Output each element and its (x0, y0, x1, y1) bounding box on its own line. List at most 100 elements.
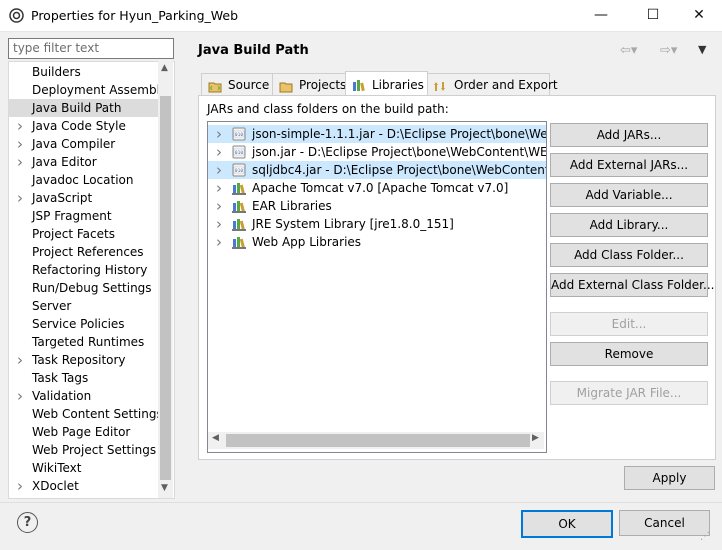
nav-scrollbar-thumb[interactable] (160, 96, 171, 480)
expand-arrow-icon[interactable]: › (216, 197, 222, 215)
nav-item[interactable]: Deployment Assembly (9, 81, 167, 99)
nav-item-label: Service Policies (32, 317, 125, 331)
nav-item[interactable]: Service Policies (9, 315, 159, 333)
nav-item[interactable]: › XDoclet (9, 477, 159, 495)
nav-item-label: Java Code Style (32, 119, 126, 133)
add-external-class-folder-button[interactable]: Add External Class Folder... (550, 273, 714, 297)
forward-arrow-icon[interactable]: ⇨▾ (660, 43, 677, 58)
library-icon (232, 217, 246, 231)
library-entry-label: json-simple-1.1.1.jar - D:\Eclipse Proje… (252, 127, 547, 141)
expand-arrow-icon[interactable]: › (216, 179, 222, 197)
nav-item-label: Targeted Runtimes (32, 335, 145, 349)
svg-text:010: 010 (235, 168, 243, 174)
nav-item[interactable]: Web Content Settings (9, 405, 163, 423)
add-class-folder-button[interactable]: Add Class Folder... (550, 243, 708, 267)
expand-arrow-icon[interactable]: › (17, 351, 23, 369)
nav-item[interactable]: Web Page Editor (9, 423, 159, 441)
tab-order-and-export[interactable]: Order and Export (427, 73, 558, 95)
help-icon[interactable]: ? (17, 512, 38, 533)
nav-item[interactable]: JSP Fragment (9, 207, 159, 225)
nav-item[interactable]: › Java Editor (9, 153, 159, 171)
tab-source[interactable]: Source (201, 73, 275, 95)
cancel-button[interactable]: Cancel (619, 510, 710, 536)
library-entry[interactable]: › EAR Libraries (208, 197, 546, 215)
resize-grip-icon[interactable]: ⋰ (700, 531, 710, 542)
tab-libraries[interactable]: Libraries (345, 71, 428, 96)
close-button[interactable]: ✕ (676, 0, 722, 31)
library-entry[interactable]: › Web App Libraries (208, 233, 546, 251)
nav-item[interactable]: Refactoring History (9, 261, 159, 279)
source-folder-icon (208, 78, 222, 93)
nav-item[interactable]: › Java Compiler (9, 135, 159, 153)
properties-nav-tree[interactable]: Builders Deployment Assembly Java Build Pa… (8, 61, 175, 499)
expand-arrow-icon[interactable]: › (17, 135, 23, 153)
library-entry[interactable]: › 010 sqljdbc4.jar - D:\Eclipse Project\bo… (208, 161, 546, 179)
libraries-icon (352, 77, 366, 92)
projects-folder-icon (279, 78, 293, 93)
nav-item[interactable]: › Task Repository (9, 351, 159, 369)
back-arrow-icon[interactable]: ⇦▾ (620, 43, 637, 58)
library-entry[interactable]: › Apache Tomcat v7.0 [Apache Tomcat v7.0] (208, 179, 546, 197)
nav-item[interactable]: Server (9, 297, 159, 315)
remove-button[interactable]: Remove (550, 342, 708, 366)
expand-arrow-icon[interactable]: › (17, 189, 23, 207)
scroll-right-icon[interactable]: ▶ (532, 433, 539, 443)
nav-scroll-up-icon[interactable]: ▲ (161, 63, 168, 73)
add-external-jars-button[interactable]: Add External JARs... (550, 153, 708, 177)
library-entry[interactable]: › JRE System Library [jre1.8.0_151] (208, 215, 546, 233)
jar-icon: 010 (232, 145, 246, 159)
nav-scroll-down-icon[interactable]: ▼ (161, 483, 168, 493)
tab-bar: Source Projects Libraries Order and Expo… (198, 71, 714, 96)
edit-button[interactable]: Edit... (550, 312, 708, 336)
nav-item[interactable]: Web Project Settings (9, 441, 159, 459)
tree-horizontal-scrollbar-thumb[interactable] (226, 434, 530, 447)
expand-arrow-icon[interactable]: › (216, 125, 222, 143)
nav-item[interactable]: Javadoc Location (9, 171, 159, 189)
tab-order-and-export-label: Order and Export (454, 78, 558, 92)
expand-arrow-icon[interactable]: › (17, 153, 23, 171)
nav-item[interactable]: Run/Debug Settings (9, 279, 159, 297)
add-jars-button[interactable]: Add JARs... (550, 123, 708, 147)
minimize-button[interactable]: — (578, 0, 624, 31)
scroll-left-icon[interactable]: ◀ (212, 433, 219, 443)
nav-item[interactable]: › JavaScript (9, 189, 159, 207)
library-icon (232, 199, 246, 213)
nav-item[interactable]: Task Tags (9, 369, 159, 387)
page-title: Java Build Path (198, 43, 309, 58)
nav-item[interactable]: WikiText (9, 459, 159, 477)
expand-arrow-icon[interactable]: › (17, 387, 23, 405)
build-path-tree[interactable]: › 010 json-simple-1.1.1.jar - D:\Eclipse P… (207, 121, 547, 453)
nav-item[interactable]: Targeted Runtimes (9, 333, 159, 351)
filter-input[interactable] (9, 39, 175, 56)
migrate-jar-button[interactable]: Migrate JAR File... (550, 381, 708, 405)
ok-button[interactable]: OK (521, 510, 613, 538)
nav-item[interactable]: › Java Code Style (9, 117, 159, 135)
view-menu-icon[interactable]: ▼ (698, 43, 706, 56)
nav-item-label: Javadoc Location (32, 173, 134, 187)
expand-arrow-icon[interactable]: › (216, 143, 222, 161)
expand-arrow-icon[interactable]: › (216, 215, 222, 233)
jar-icon: 010 (232, 163, 246, 177)
nav-item[interactable]: Java Build Path (9, 99, 159, 117)
nav-item-label: Server (32, 299, 72, 313)
nav-item[interactable]: Project Facets (9, 225, 159, 243)
apply-button[interactable]: Apply (624, 466, 715, 490)
library-entry-label: Apache Tomcat v7.0 [Apache Tomcat v7.0] (252, 181, 509, 195)
nav-item[interactable]: Builders (9, 63, 159, 81)
nav-item[interactable]: Project References (9, 243, 159, 261)
expand-arrow-icon[interactable]: › (216, 233, 222, 251)
library-entry[interactable]: › 010 json-simple-1.1.1.jar - D:\Eclipse P… (208, 125, 546, 143)
library-entry[interactable]: › 010 json.jar - D:\Eclipse Project\bone\W… (208, 143, 546, 161)
maximize-button[interactable]: ☐ (630, 0, 676, 31)
filter-field[interactable] (8, 38, 175, 59)
add-library-button[interactable]: Add Library... (550, 213, 708, 237)
add-variable-button[interactable]: Add Variable... (550, 183, 708, 207)
nav-item-label: Project References (32, 245, 144, 259)
expand-arrow-icon[interactable]: › (216, 161, 222, 179)
expand-arrow-icon[interactable]: › (17, 477, 23, 495)
nav-item[interactable]: › Validation (9, 387, 159, 405)
tab-projects[interactable]: Projects (272, 73, 348, 95)
library-icon (232, 235, 246, 249)
library-entry-label: sqljdbc4.jar - D:\Eclipse Project\bone\W… (252, 163, 547, 177)
expand-arrow-icon[interactable]: › (17, 117, 23, 135)
